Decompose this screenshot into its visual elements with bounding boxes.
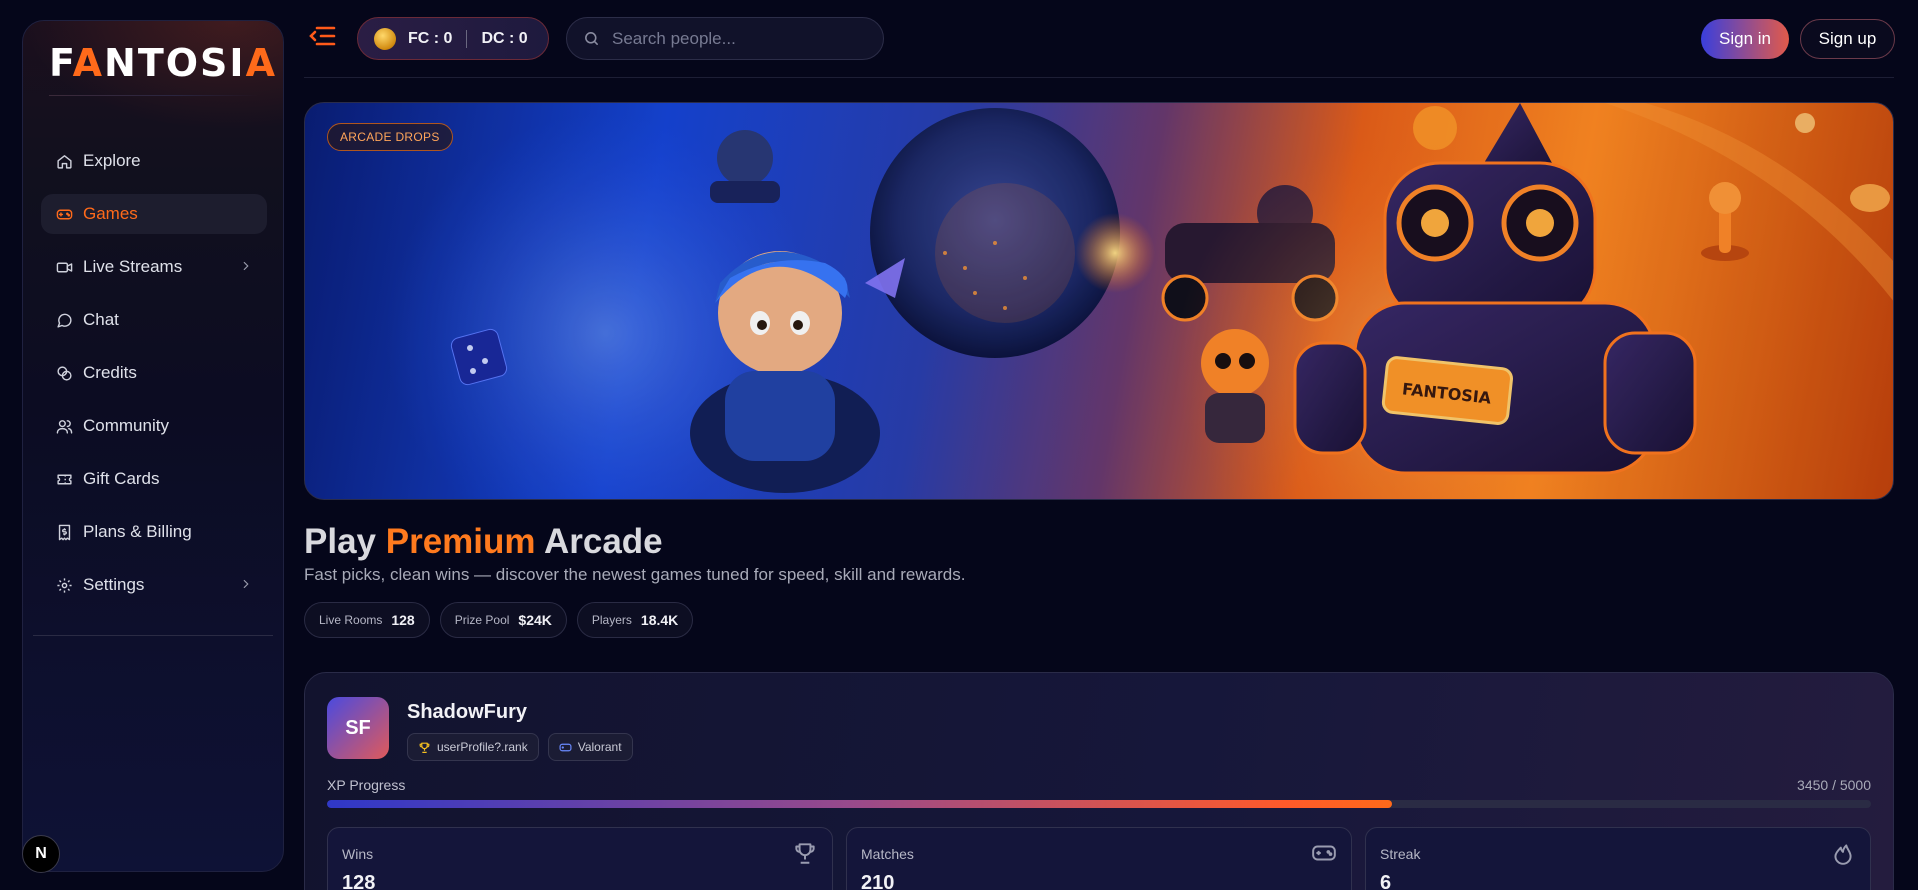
chevron-right-icon (243, 579, 249, 589)
users-icon (55, 417, 73, 435)
sidebar-item-label: Community (83, 416, 169, 435)
xp-value: 3450 / 5000 (1797, 777, 1871, 793)
logo-letters: NTOSI (104, 41, 246, 85)
sidebar-item-gift-cards[interactable]: Gift Cards (41, 459, 267, 499)
sidebar-item-label: Plans & Billing (83, 522, 192, 541)
metric-matches: Matches 210 (846, 827, 1352, 890)
game-badge-label: Valorant (577, 740, 622, 754)
sidebar-item-settings[interactable]: Settings (41, 565, 267, 605)
sign-in-button[interactable]: Sign in (1701, 19, 1789, 59)
stats-row: Live Rooms 128 Prize Pool $24K Players 1… (304, 602, 694, 638)
metric-label: Matches (861, 846, 914, 862)
xp-progress-bar (327, 800, 1871, 808)
game-badge: Valorant (547, 733, 633, 761)
rank-badge-label: userProfile?.rank (437, 740, 528, 754)
metric-value: 6 (1380, 872, 1392, 890)
logo-letter: F (49, 41, 73, 85)
stat-label: Live Rooms (319, 613, 383, 627)
metric-value: 210 (861, 872, 895, 890)
xp-progress-fill (327, 800, 1393, 808)
sidebar-item-games[interactable]: Games (41, 194, 267, 234)
stat-label: Prize Pool (454, 613, 510, 627)
profile-card: SF ShadowFury userProfile?.rank Valorant… (304, 672, 1894, 890)
fc-balance: FC : 0 (408, 29, 453, 47)
metric-wins: Wins 128 (327, 827, 833, 890)
sidebar-item-plans-billing[interactable]: Plans & Billing (41, 512, 267, 552)
sidebar-item-community[interactable]: Community (41, 406, 267, 446)
page-title: Play Premium Arcade (304, 522, 663, 562)
home-icon (55, 152, 73, 170)
dc-balance: DC : 0 (481, 29, 528, 47)
title-part-2: Arcade (543, 522, 663, 561)
stat-value: $24K (518, 612, 552, 628)
search-bar (566, 17, 884, 60)
avatar[interactable]: SF (327, 697, 389, 759)
gamepad-icon (559, 743, 572, 751)
metric-label: Wins (342, 846, 374, 862)
logo-divider (49, 95, 259, 96)
gear-icon (55, 576, 73, 594)
stat-prize-pool: Prize Pool $24K (439, 602, 567, 638)
sidebar-item-live-streams[interactable]: Live Streams (41, 247, 267, 287)
sidebar-item-credits[interactable]: Credits (41, 353, 267, 393)
hero-tag: ARCADE DROPS (327, 123, 453, 151)
stat-value: 128 (391, 612, 415, 628)
page-subtitle: Fast picks, clean wins — discover the ne… (304, 565, 966, 584)
profile-badges: userProfile?.rank Valorant (407, 733, 633, 761)
sidebar-item-label: Games (83, 204, 138, 223)
logo-letter-accent: A (72, 41, 105, 85)
sidebar-nav: Explore Games Live Streams Chat Credits … (41, 141, 267, 618)
currency-separator (466, 29, 468, 48)
sidebar-item-label: Gift Cards (83, 469, 160, 488)
trophy-icon (419, 742, 430, 753)
sidebar: FANTOSIA Explore Games Live Streams Chat… (22, 20, 284, 872)
flame-icon (1834, 844, 1852, 865)
metric-label: Streak (1380, 846, 1421, 862)
coin-icon (374, 27, 396, 50)
sidebar-divider (33, 635, 273, 636)
gamepad-icon (55, 205, 73, 223)
video-icon (55, 258, 73, 276)
search-input[interactable] (612, 28, 852, 49)
stat-label: Players (591, 613, 632, 627)
hero-artwork: FANTOSIA (305, 103, 1893, 499)
metric-streak: Streak 6 (1365, 827, 1871, 890)
chevron-right-icon (243, 261, 249, 271)
chat-icon (55, 311, 73, 329)
rank-badge: userProfile?.rank (407, 733, 539, 761)
metric-value: 128 (342, 872, 376, 890)
trophy-icon (795, 843, 815, 864)
topbar-divider (304, 77, 1894, 78)
xp-label: XP Progress (327, 777, 406, 793)
currency-balance[interactable]: FC : 0 DC : 0 (357, 17, 549, 60)
stat-value: 18.4K (640, 612, 679, 628)
logo-letter-accent: A (245, 41, 277, 85)
sidebar-item-chat[interactable]: Chat (41, 300, 267, 340)
sidebar-item-label: Live Streams (83, 257, 183, 276)
title-part-1: Play (304, 522, 376, 561)
sidebar-item-label: Credits (83, 363, 137, 382)
hero-banner[interactable]: FANTOSIA ARCADE DROPS (304, 102, 1894, 500)
profile-username: ShadowFury (407, 701, 528, 723)
stat-live-rooms: Live Rooms 128 (304, 602, 430, 638)
sidebar-item-explore[interactable]: Explore (41, 141, 267, 181)
search-icon (585, 32, 598, 45)
gamepad-icon (1312, 845, 1336, 861)
stat-players: Players 18.4K (576, 602, 694, 638)
ticket-icon (55, 470, 73, 488)
sign-up-button[interactable]: Sign up (1800, 19, 1895, 59)
sidebar-item-label: Explore (83, 151, 141, 170)
receipt-icon (55, 523, 73, 541)
sidebar-item-label: Chat (83, 310, 119, 329)
sidebar-collapse-icon[interactable] (308, 24, 336, 48)
nextjs-dev-badge[interactable]: N (22, 835, 60, 873)
title-accent: Premium (385, 522, 536, 561)
sidebar-item-label: Settings (83, 575, 145, 594)
fantosia-logo[interactable]: FANTOSIA (49, 41, 277, 85)
coins-icon (55, 364, 73, 382)
